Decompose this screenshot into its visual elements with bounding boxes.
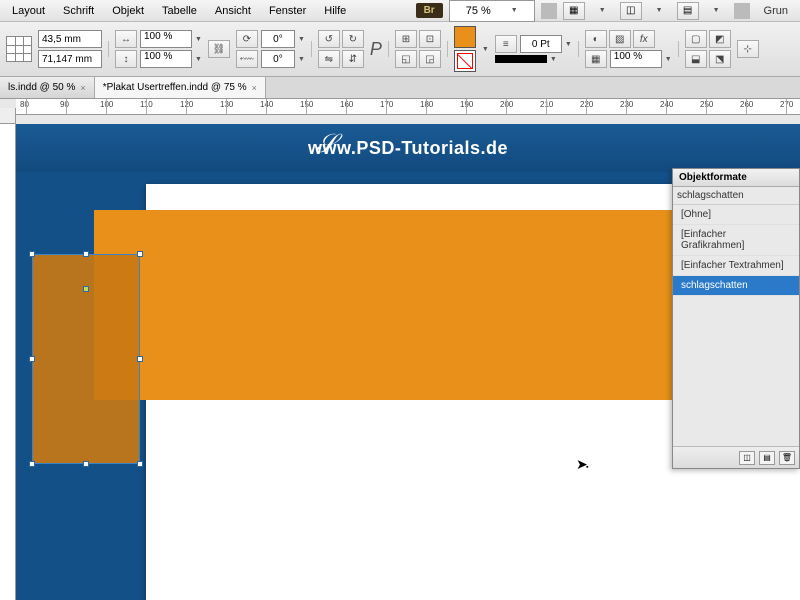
- y-position-field[interactable]: [38, 50, 102, 68]
- style-item[interactable]: [Ohne]: [673, 205, 799, 225]
- panel-footer: ◫ ▤ 🗑: [673, 446, 799, 468]
- select-content-icon[interactable]: ⊞: [395, 30, 417, 48]
- chevron-down-icon[interactable]: ▼: [591, 5, 614, 16]
- menu-objekt[interactable]: Objekt: [104, 3, 152, 19]
- reference-point-grid[interactable]: [6, 36, 32, 62]
- menu-bar: Layout Schrift Objekt Tabelle Ansicht Fe…: [0, 0, 800, 22]
- opacity-icon[interactable]: ▨: [609, 30, 631, 48]
- chevron-down-icon[interactable]: ▼: [298, 36, 305, 43]
- flip-h-icon[interactable]: ⇋: [318, 50, 340, 68]
- fill-swatch[interactable]: [454, 26, 476, 48]
- wrap-skip-icon[interactable]: ⬔: [709, 50, 731, 68]
- panel-title[interactable]: Objektformate: [673, 169, 799, 187]
- trash-icon[interactable]: 🗑: [779, 451, 795, 465]
- vertical-ruler[interactable]: [0, 124, 16, 600]
- chevron-down-icon[interactable]: ▼: [665, 56, 672, 63]
- scale-y-icon: ↕: [115, 50, 137, 68]
- chevron-down-icon[interactable]: ▼: [565, 41, 572, 48]
- x-position-field[interactable]: [38, 30, 102, 48]
- doc-tab-active[interactable]: *Plakat Usertreffen.indd @ 75 %×: [95, 77, 266, 98]
- cursor-icon: ➤: [576, 456, 588, 473]
- flip-v-icon[interactable]: ⇵: [342, 50, 364, 68]
- panel-body: [673, 296, 799, 446]
- panel-filter[interactable]: schlagschatten: [673, 187, 799, 205]
- page-header-band: 𝒮 www.PSD-Tutorials.de: [16, 124, 800, 172]
- crop-icon[interactable]: ⊹: [737, 40, 759, 58]
- workspace-icon[interactable]: ▤: [677, 2, 699, 20]
- wrap-jump-icon[interactable]: ⬓: [685, 50, 707, 68]
- scale-x-icon: ↔: [115, 30, 137, 48]
- link-icon[interactable]: ⛓: [208, 40, 230, 58]
- separator: [388, 41, 389, 57]
- scale-x-field[interactable]: 100 %: [140, 30, 192, 48]
- stroke-style[interactable]: [495, 55, 547, 63]
- scale-y-field[interactable]: 100 %: [140, 50, 192, 68]
- rotation-field[interactable]: [261, 30, 295, 48]
- rotate-cw-icon[interactable]: ↻: [342, 30, 364, 48]
- effects-icon[interactable]: ◐: [585, 30, 607, 48]
- chevron-down-icon[interactable]: ▼: [648, 5, 671, 16]
- menu-fenster[interactable]: Fenster: [261, 3, 314, 19]
- rotate-icon: ⟳: [236, 30, 258, 48]
- style-item-selected[interactable]: schlagschatten: [673, 276, 799, 296]
- clear-override-icon[interactable]: ◫: [739, 451, 755, 465]
- paragraph-icon: P: [370, 39, 382, 60]
- fit-frame-icon[interactable]: ◲: [419, 50, 441, 68]
- arrange-icon[interactable]: ◫: [620, 2, 642, 20]
- chevron-down-icon[interactable]: ▼: [195, 36, 202, 43]
- chevron-down-icon[interactable]: ▼: [705, 5, 728, 16]
- style-item[interactable]: [Einfacher Textrahmen]: [673, 256, 799, 276]
- menu-ansicht[interactable]: Ansicht: [207, 3, 259, 19]
- close-icon[interactable]: ×: [252, 83, 257, 93]
- header-url: www.PSD-Tutorials.de: [308, 138, 508, 159]
- orange-rectangle[interactable]: [94, 210, 694, 400]
- document-tabs: ls.indd @ 50 %× *Plakat Usertreffen.indd…: [0, 77, 800, 99]
- shear-icon: ⬳: [236, 50, 258, 68]
- select-container-icon[interactable]: ⊡: [419, 30, 441, 48]
- menu-schrift[interactable]: Schrift: [55, 3, 102, 19]
- bridge-icon[interactable]: Br: [416, 3, 443, 18]
- ruler-origin[interactable]: [0, 108, 16, 124]
- separator: [447, 41, 448, 57]
- new-style-icon[interactable]: ▤: [759, 451, 775, 465]
- screen-mode-icon[interactable]: ▦: [563, 2, 585, 20]
- horizontal-ruler[interactable]: 8090100110120130140150160170180190200210…: [16, 99, 800, 115]
- menu-layout[interactable]: Layout: [4, 3, 53, 19]
- separator: [541, 3, 557, 19]
- chevron-down-icon[interactable]: ▼: [550, 56, 557, 63]
- separator: [108, 41, 109, 57]
- menu-tabelle[interactable]: Tabelle: [154, 3, 205, 19]
- effect-scale-field[interactable]: 100 %: [610, 50, 662, 68]
- menu-hilfe[interactable]: Hilfe: [316, 3, 354, 19]
- separator: [578, 41, 579, 57]
- wrap-none-icon[interactable]: ▢: [685, 30, 707, 48]
- rotate-ccw-icon[interactable]: ↺: [318, 30, 340, 48]
- selected-rectangle[interactable]: [32, 254, 140, 464]
- fx-icon[interactable]: fx: [633, 30, 655, 48]
- zoom-level[interactable]: 75 %▼: [449, 0, 535, 22]
- close-icon[interactable]: ×: [80, 83, 85, 93]
- scale-icon: ▦: [585, 50, 607, 68]
- control-bar: ↔ 100 % ▼ ↕ 100 % ▼ ⛓ ⟳ ▼ ⬳ ▼ ↺↻ ⇋⇵ P ⊞⊡…: [0, 22, 800, 77]
- doc-tab[interactable]: ls.indd @ 50 %×: [0, 77, 95, 98]
- style-item[interactable]: [Einfacher Grafikrahmen]: [673, 225, 799, 256]
- wrap-around-icon[interactable]: ◩: [709, 30, 731, 48]
- stroke-weight-icon: ≡: [495, 35, 517, 53]
- separator: [734, 3, 750, 19]
- fit-content-icon[interactable]: ◱: [395, 50, 417, 68]
- separator: [311, 41, 312, 57]
- chevron-down-icon[interactable]: ▼: [298, 56, 305, 63]
- stroke-weight-field[interactable]: [520, 35, 562, 53]
- object-styles-panel[interactable]: Objektformate schlagschatten [Ohne] [Ein…: [672, 168, 800, 469]
- separator: [678, 41, 679, 57]
- workspace-label[interactable]: Grun: [756, 3, 796, 19]
- chevron-down-icon[interactable]: ▼: [195, 56, 202, 63]
- shear-field[interactable]: [261, 50, 295, 68]
- logo-icon: 𝒮: [316, 129, 336, 160]
- chevron-down-icon[interactable]: ▼: [482, 46, 489, 53]
- stroke-swatch[interactable]: [454, 50, 476, 72]
